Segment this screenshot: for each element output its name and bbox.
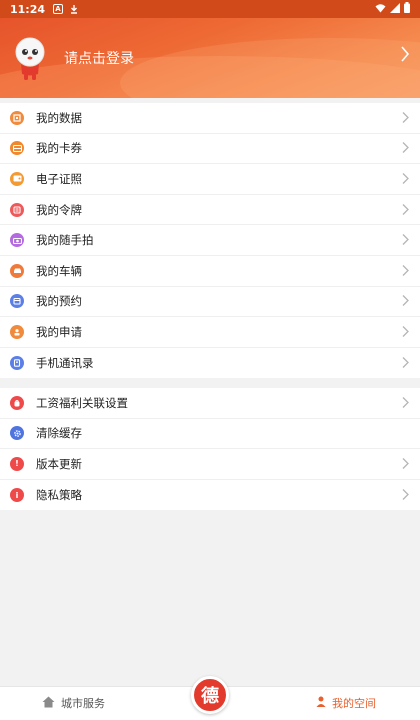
profile-header[interactable]: 请点击登录 xyxy=(0,18,420,98)
status-bar: 11:24 A xyxy=(0,0,420,18)
avatar[interactable] xyxy=(12,36,48,82)
camera-icon xyxy=(10,233,24,248)
notification-a-icon: A xyxy=(53,4,64,14)
menu-item-my-snapshot[interactable]: 我的随手拍 xyxy=(0,225,420,256)
tab-label: 我的空间 xyxy=(332,697,376,710)
menu-item-label: 我的卡券 xyxy=(36,141,82,156)
person-icon xyxy=(316,696,326,710)
info-icon: i xyxy=(10,488,24,503)
data-icon xyxy=(10,110,24,125)
contacts-icon xyxy=(10,356,24,371)
menu-item-clear-cache[interactable]: 清除缓存 xyxy=(0,419,420,450)
chevron-right-icon xyxy=(402,169,409,188)
chevron-right-icon xyxy=(402,393,409,412)
menu-item-label: 我的随手拍 xyxy=(36,233,94,248)
wallet-icon xyxy=(10,171,24,186)
menu-item-label: 我的令牌 xyxy=(36,202,82,217)
chevron-right-icon xyxy=(402,486,409,505)
calendar-icon xyxy=(10,294,24,309)
menu-item-my-vehicles[interactable]: 我的车辆 xyxy=(0,256,420,287)
tab-my-space[interactable]: 我的空间 xyxy=(316,695,376,711)
apply-icon xyxy=(10,324,24,339)
menu-item-privacy-policy[interactable]: i 隐私策略 xyxy=(0,480,420,511)
chevron-right-icon xyxy=(402,292,409,311)
chevron-right-icon[interactable] xyxy=(400,46,410,67)
menu-item-label: 工资福利关联设置 xyxy=(36,395,128,410)
center-logo-button[interactable]: 德 xyxy=(191,676,229,714)
chevron-right-icon xyxy=(402,231,409,250)
menu-item-label: 清除缓存 xyxy=(36,426,82,441)
menu-item-version-update[interactable]: ! 版本更新 xyxy=(0,449,420,480)
menu-item-salary-settings[interactable]: 工资福利关联设置 xyxy=(0,388,420,419)
status-time: 11:24 xyxy=(10,2,46,16)
menu-item-label: 电子证照 xyxy=(36,171,82,186)
menu-item-label: 隐私策略 xyxy=(36,488,82,503)
login-prompt[interactable]: 请点击登录 xyxy=(64,48,134,68)
menu-item-my-applications[interactable]: 我的申请 xyxy=(0,317,420,348)
chevron-right-icon xyxy=(402,354,409,373)
menu-item-label: 我的车辆 xyxy=(36,263,82,278)
menu-group-personal: 我的数据 我的卡券 电子证照 我的令牌 我的随手拍 我的车辆 我的预约 我的申请… xyxy=(0,103,420,379)
menu-item-label: 手机通讯录 xyxy=(36,356,94,371)
tab-city-services[interactable]: 城市服务 xyxy=(42,695,105,711)
menu-item-my-appointments[interactable]: 我的预约 xyxy=(0,287,420,318)
menu-item-label: 版本更新 xyxy=(36,456,82,471)
chevron-right-icon xyxy=(402,322,409,341)
car-icon xyxy=(10,263,24,278)
menu-item-label: 我的预约 xyxy=(36,294,82,309)
menu-item-label: 我的申请 xyxy=(36,324,82,339)
center-logo-glyph: 德 xyxy=(201,686,219,707)
menu-item-my-coupons[interactable]: 我的卡券 xyxy=(0,134,420,165)
chevron-right-icon xyxy=(402,139,409,158)
coupon-icon xyxy=(10,141,24,156)
menu-item-label: 我的数据 xyxy=(36,110,82,125)
token-icon xyxy=(10,202,24,217)
chevron-right-icon xyxy=(402,454,409,473)
alert-icon: ! xyxy=(10,456,24,471)
menu-item-my-data[interactable]: 我的数据 xyxy=(0,103,420,134)
download-icon xyxy=(69,4,79,14)
signal-icon xyxy=(390,2,400,16)
chevron-right-icon xyxy=(402,200,409,219)
tab-label: 城市服务 xyxy=(61,697,105,710)
chevron-right-icon xyxy=(402,108,409,127)
wifi-icon xyxy=(375,3,386,16)
home-icon xyxy=(42,696,55,711)
battery-icon xyxy=(404,2,410,16)
menu-item-my-token[interactable]: 我的令牌 xyxy=(0,195,420,226)
chevron-right-icon xyxy=(402,261,409,280)
menu-item-e-license[interactable]: 电子证照 xyxy=(0,164,420,195)
gear-icon xyxy=(10,426,24,441)
menu-group-settings: 工资福利关联设置 清除缓存 ! 版本更新 i 隐私策略 xyxy=(0,388,420,511)
bag-icon xyxy=(10,395,24,410)
menu-item-phone-contacts[interactable]: 手机通讯录 xyxy=(0,348,420,379)
